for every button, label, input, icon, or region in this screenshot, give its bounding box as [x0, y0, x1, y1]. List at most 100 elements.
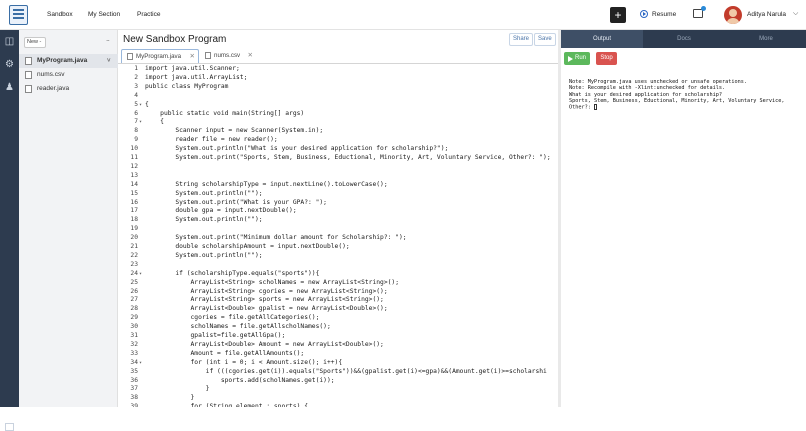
code-text: } — [145, 385, 210, 393]
java-file-icon — [25, 57, 32, 65]
code-line[interactable]: 18 System.out.println(""); — [118, 216, 559, 225]
code-line[interactable]: 4 — [118, 92, 559, 101]
code-line[interactable]: 27 ArrayList<String> sports = new ArrayL… — [118, 296, 559, 305]
code-line[interactable]: 7 {▾ — [118, 118, 559, 127]
users-icon[interactable]: ♟ — [4, 82, 15, 93]
code-text: ArrayList<String> sports = new ArrayList… — [145, 296, 384, 304]
code-line[interactable]: 14 String scholarshipType = input.nextLi… — [118, 181, 559, 190]
code-line[interactable]: 16 System.out.print("What is your GPA?: … — [118, 199, 559, 208]
add-button[interactable]: + — [610, 7, 626, 23]
tab-myprogram[interactable]: MyProgram.java ✕ — [121, 49, 199, 63]
code-text: System.out.print("Sports, Stem, Business… — [145, 154, 551, 161]
tab-nums-csv[interactable]: nums.csv ✕ — [200, 49, 256, 63]
code-line[interactable]: 11 System.out.print("Sports, Stem, Busin… — [118, 154, 559, 163]
line-number: 32 — [130, 340, 138, 348]
code-text: cgories = file.getAllCategories(); — [145, 314, 320, 322]
code-line[interactable]: 39 for (String element : sports) { — [118, 403, 559, 407]
code-area[interactable]: 1 import java.util.Scanner; 2 import java.u… — [118, 65, 559, 407]
file-item-reader[interactable]: reader.java — [19, 82, 118, 96]
line-number: 34 — [130, 358, 138, 366]
code-line[interactable]: 24 if (scholarshipType.equals("sports"))… — [118, 270, 559, 279]
code-line[interactable]: 32 ArrayList<Double> Amount = new ArrayL… — [118, 341, 559, 350]
code-line[interactable]: 12 — [118, 163, 559, 172]
code-text: System.out.print("What is your GPA?: "); — [145, 198, 327, 206]
new-file-button[interactable]: New - — [24, 37, 46, 48]
code-line[interactable]: 35 if (((cgories.get(i)).equals("Sports"… — [118, 368, 559, 377]
save-button[interactable]: Save — [534, 33, 556, 46]
code-line[interactable]: 8 Scanner input = new Scanner(System.in)… — [118, 127, 559, 136]
code-line[interactable]: 20 System.out.print("Minimum dollar amou… — [118, 234, 559, 243]
tab-output[interactable]: Output — [561, 30, 643, 48]
line-number: 2 — [134, 73, 138, 81]
fold-arrow-icon[interactable]: ▾ — [139, 270, 142, 279]
gear-icon[interactable]: ⚙ — [4, 59, 15, 70]
tab-more[interactable]: More — [725, 30, 806, 48]
share-button[interactable]: Share — [509, 33, 534, 46]
file-label: MyProgram.java — [37, 57, 88, 64]
code-line[interactable]: 2 import java.util.ArrayList; — [118, 74, 559, 83]
console-output[interactable]: Note: MyProgram.java uses unchecked or u… — [569, 79, 804, 111]
close-icon[interactable]: ✕ — [190, 50, 195, 64]
fold-arrow-icon[interactable]: ▾ — [139, 101, 142, 110]
line-number: 4 — [134, 91, 138, 99]
fold-arrow-icon[interactable]: ▾ — [139, 359, 142, 368]
line-number: 12 — [130, 162, 138, 170]
code-line[interactable]: 10 System.out.println("What is your desi… — [118, 145, 559, 154]
close-icon[interactable]: ✕ — [248, 49, 253, 63]
collapse-panel-icon[interactable]: ◫ — [4, 36, 15, 47]
line-number: 29 — [130, 314, 138, 322]
code-line[interactable]: 15 System.out.println(""); — [118, 190, 559, 199]
code-text: reader file = new reader(); — [145, 136, 278, 144]
codehs-logo-icon[interactable] — [9, 5, 28, 25]
java-file-icon — [25, 85, 32, 93]
code-line[interactable]: 34 for (int i = 0; i < Amount.size(); i+… — [118, 359, 559, 368]
nav-practice[interactable]: Practice — [137, 0, 160, 30]
file-label: reader.java — [37, 85, 70, 92]
code-line[interactable]: 1 import java.util.Scanner; — [118, 65, 559, 74]
code-line[interactable]: 3 public class MyProgram — [118, 83, 559, 92]
line-number: 11 — [130, 154, 138, 161]
code-line[interactable]: 33 Amount = file.getAllAmounts(); — [118, 350, 559, 359]
code-line[interactable]: 5 {▾ — [118, 101, 559, 110]
fold-arrow-icon[interactable]: ▾ — [139, 118, 142, 127]
editor-tabs: MyProgram.java ✕ nums.csv ✕ — [118, 49, 559, 64]
stop-button[interactable]: Stop — [596, 52, 617, 65]
code-line[interactable]: 38 } — [118, 394, 559, 403]
top-bar: Sandbox My Section Practice + Resume Adi… — [0, 0, 806, 30]
chevron-down-icon[interactable]: ⌵ — [793, 10, 798, 18]
tab-docs[interactable]: Docs — [643, 30, 725, 48]
code-line[interactable]: 37 } — [118, 385, 559, 394]
line-number: 25 — [130, 278, 138, 286]
line-number: 30 — [130, 323, 138, 331]
more-options-icon[interactable]: ... — [106, 36, 110, 43]
file-item-nums-csv[interactable]: nums.csv — [19, 68, 118, 82]
code-line[interactable]: 9 reader file = new reader(); — [118, 136, 559, 145]
code-line[interactable]: 28 ArrayList<Double> gpalist = new Array… — [118, 305, 559, 314]
code-line[interactable]: 22 System.out.println(""); — [118, 252, 559, 261]
code-line[interactable]: 25 ArrayList<String> scholNames = new Ar… — [118, 279, 559, 288]
run-button[interactable]: Run — [564, 52, 590, 65]
chevron-down-icon[interactable]: ˅ — [107, 54, 111, 68]
code-line[interactable]: 6 public static void main(String[] args) — [118, 110, 559, 119]
code-line[interactable]: 26 ArrayList<String> cgories = new Array… — [118, 288, 559, 297]
nav-sandbox[interactable]: Sandbox — [47, 0, 73, 30]
user-name[interactable]: Aditya Narula — [747, 9, 786, 21]
calendar-icon[interactable] — [693, 6, 706, 18]
code-line[interactable]: 29 cgories = file.getAllCategories(); — [118, 314, 559, 323]
program-title: New Sandbox Program — [123, 34, 227, 45]
nav-my-section[interactable]: My Section — [88, 0, 120, 30]
code-line[interactable]: 23 — [118, 261, 559, 270]
code-line[interactable]: 30 scholNames = file.getAllscholNames(); — [118, 323, 559, 332]
code-line[interactable]: 19 — [118, 225, 559, 234]
code-line[interactable]: 31 gpalist=file.getAllGpa(); — [118, 332, 559, 341]
resume-button[interactable]: Resume — [640, 9, 676, 21]
code-line[interactable]: 17 double gpa = input.nextDouble(); — [118, 207, 559, 216]
panel-toggle-icon[interactable] — [5, 423, 14, 431]
code-line[interactable]: 13 — [118, 172, 559, 181]
file-item-myprogram[interactable]: MyProgram.java ˅ — [19, 54, 118, 68]
line-number: 39 — [130, 403, 138, 407]
avatar[interactable] — [724, 6, 742, 24]
code-line[interactable]: 21 double scholarshipAmount = input.next… — [118, 243, 559, 252]
code-line[interactable]: 36 sports.add(scholNames.get(i)); — [118, 377, 559, 386]
line-number: 28 — [130, 305, 138, 313]
